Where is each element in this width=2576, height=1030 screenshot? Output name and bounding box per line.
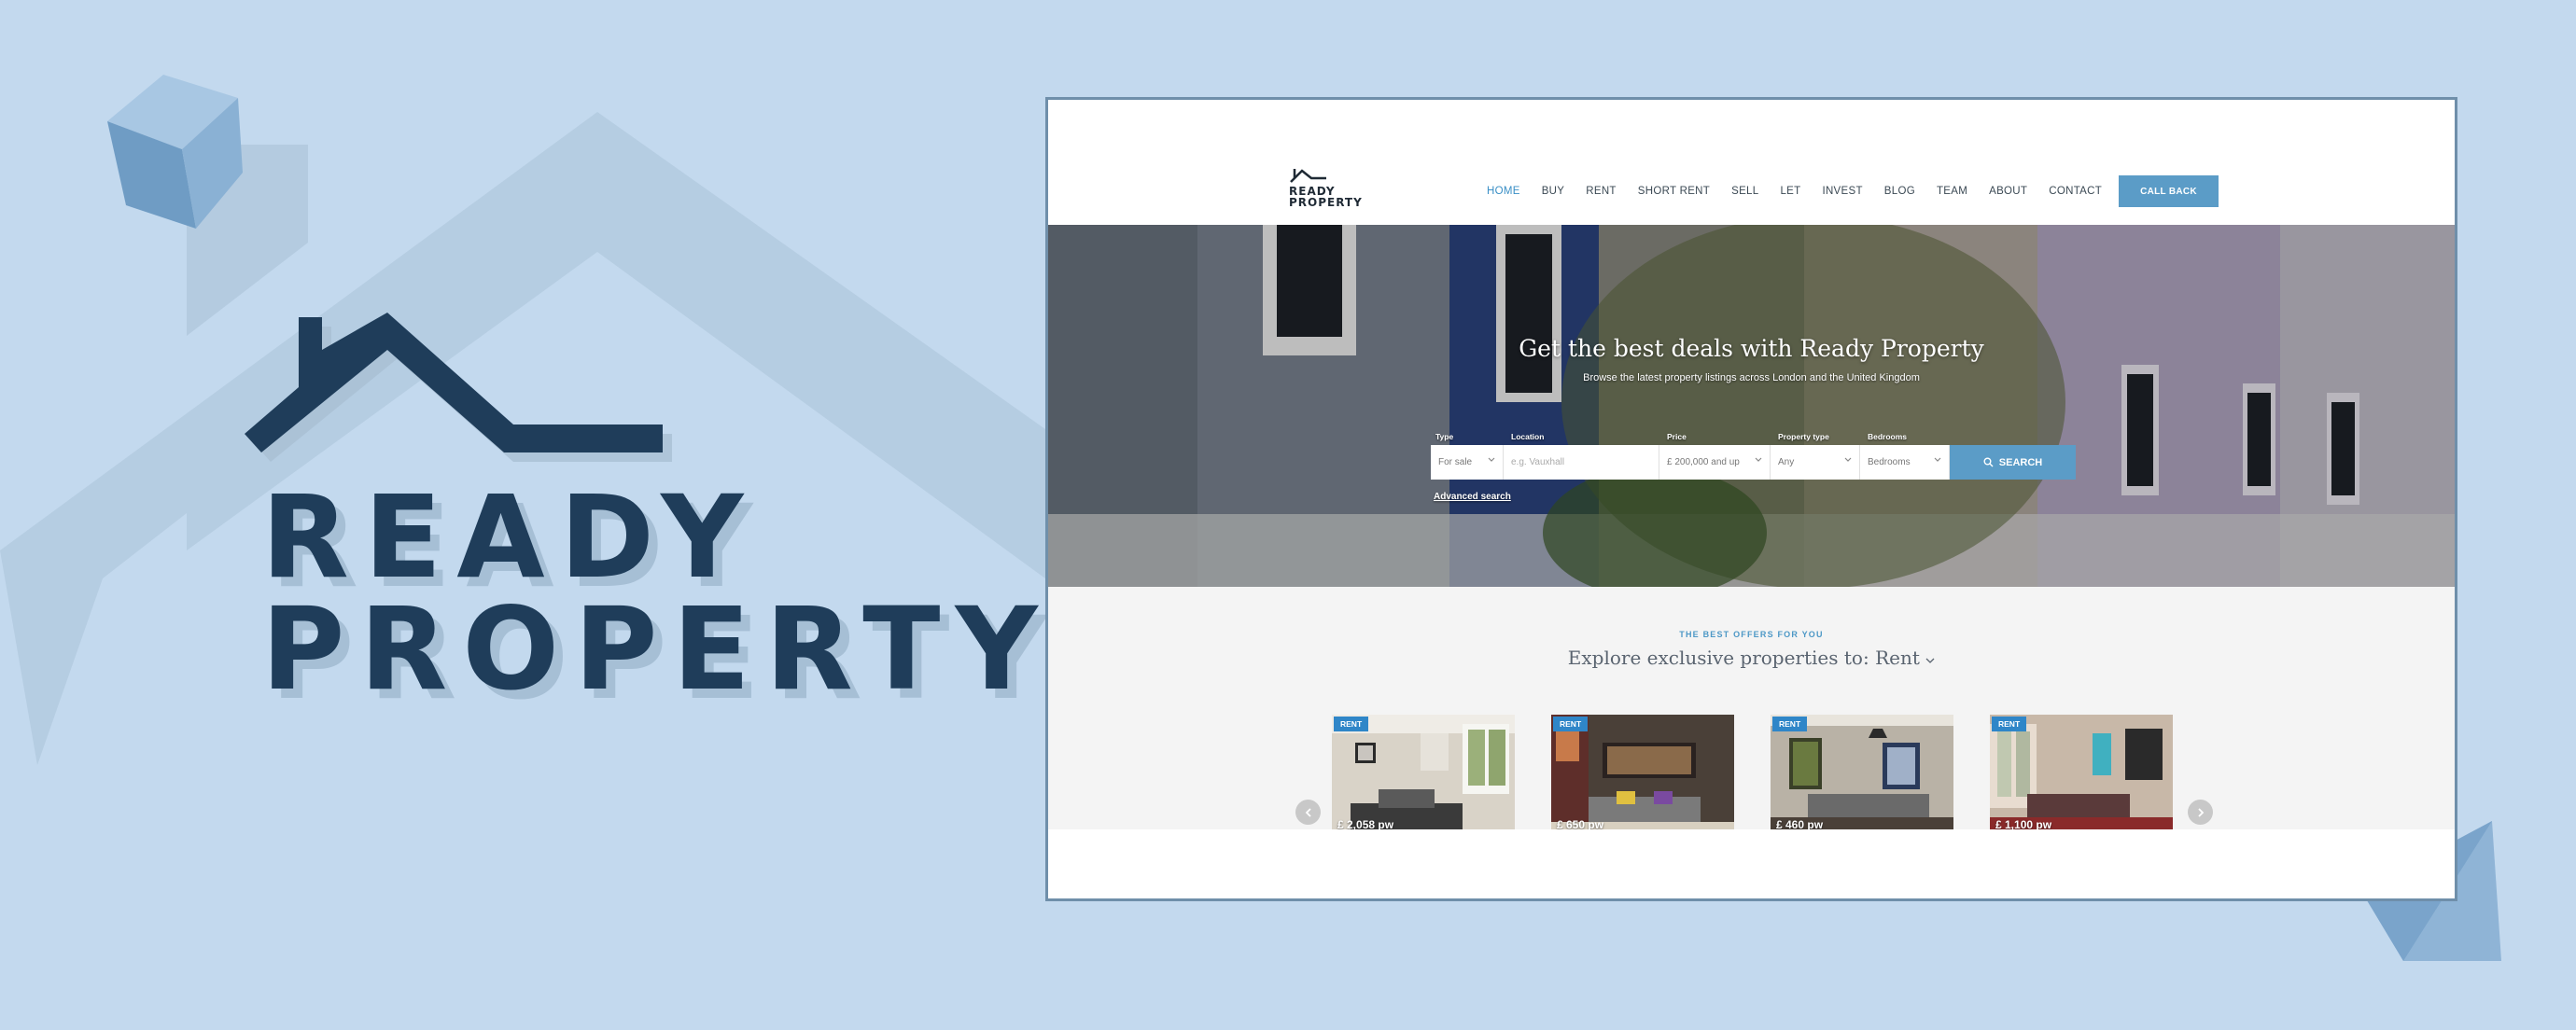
carousel-prev-button[interactable] (1295, 800, 1321, 825)
search-button[interactable]: SEARCH (1950, 445, 2076, 480)
call-back-button[interactable]: CALL BACK (2119, 175, 2219, 207)
nav-contact[interactable]: CONTACT (2049, 186, 2102, 197)
nav-team[interactable]: TEAM (1937, 186, 1967, 197)
property-photo (1332, 715, 1515, 833)
location-placeholder: e.g. Vauxhall (1511, 457, 1565, 467)
advanced-search-link[interactable]: Advanced search (1434, 492, 1511, 502)
chevron-down-icon (1934, 457, 1941, 462)
offers-title: Explore exclusive properties to: Rent (1048, 647, 2455, 669)
nav-sell[interactable]: SELL (1731, 186, 1758, 197)
offers-section: THE BEST OFFERS FOR YOU Explore exclusiv… (1048, 587, 2455, 833)
nav-let[interactable]: LET (1780, 186, 1800, 197)
property-card[interactable]: RENT £ 650 pw (1551, 715, 1734, 833)
label-type: Type (1435, 432, 1454, 441)
property-photo (1990, 715, 2173, 833)
price-select[interactable]: £ 200,000 and up (1659, 445, 1771, 480)
website-preview-frame: READY PROPERTY HOME BUY RENT SHORT RENT … (1045, 97, 2457, 901)
hero-title: Get the best deals with Ready Property (1519, 335, 1984, 362)
type-select-value: For sale (1438, 457, 1473, 467)
nav-invest[interactable]: INVEST (1822, 186, 1862, 197)
chevron-down-icon (1755, 457, 1762, 462)
hero-background-photo (1048, 225, 2455, 587)
chevron-left-icon (1305, 807, 1311, 817)
chevron-down-icon (1844, 457, 1852, 462)
search-icon (1983, 457, 1994, 467)
site-header: READY PROPERTY HOME BUY RENT SHORT RENT … (1048, 100, 2455, 225)
bedrooms-select[interactable]: Bedrooms (1860, 445, 1950, 480)
property-cards: RENT £ 2,058 pw RENT £ 650 pw RENT £ 460… (1332, 715, 2209, 833)
listing-tag: RENT (1992, 717, 2027, 731)
nav-short-rent[interactable]: SHORT RENT (1638, 186, 1710, 197)
label-location: Location (1511, 432, 1545, 441)
site-logo[interactable]: READY PROPERTY (1289, 167, 1364, 208)
main-navigation: HOME BUY RENT SHORT RENT SELL LET INVEST… (1487, 186, 2123, 197)
listing-tag: RENT (1334, 717, 1369, 731)
offers-kicker: THE BEST OFFERS FOR YOU (1679, 630, 1824, 639)
label-price: Price (1667, 432, 1687, 441)
nav-rent[interactable]: RENT (1586, 186, 1617, 197)
chevron-down-icon (1925, 658, 1935, 663)
chevron-down-icon (1488, 457, 1495, 462)
page-bottom-area (1048, 829, 2455, 898)
nav-home[interactable]: HOME (1487, 186, 1520, 197)
offers-category-value: Rent (1875, 647, 1920, 669)
offers-title-text: Explore exclusive properties to: (1567, 647, 1869, 669)
nav-about[interactable]: ABOUT (1989, 186, 2027, 197)
brand-word-ready: READY (261, 471, 759, 604)
property-type-value: Any (1778, 457, 1795, 467)
cube-decoration (107, 75, 243, 229)
brand-word-property: PROPERTY (261, 583, 1053, 716)
property-photo (1551, 715, 1734, 833)
site-logo-roof-icon (1290, 169, 1326, 183)
site-logo-line2: PROPERTY (1289, 196, 1363, 209)
nav-buy[interactable]: BUY (1542, 186, 1565, 197)
house-roof-icon (245, 313, 672, 462)
hero-section: Get the best deals with Ready Property B… (1048, 225, 2455, 587)
search-button-label: SEARCH (1998, 456, 2043, 468)
property-card[interactable]: RENT £ 2,058 pw (1332, 715, 1515, 833)
label-property-type: Property type (1778, 432, 1829, 441)
nav-blog[interactable]: BLOG (1884, 186, 1915, 197)
label-bedrooms: Bedrooms (1868, 432, 1908, 441)
price-select-value: £ 200,000 and up (1667, 457, 1740, 467)
hero-subtitle: Browse the latest property listings acro… (1583, 372, 1920, 383)
property-search-form: For sale e.g. Vauxhall £ 200,000 and up … (1431, 445, 2076, 480)
offers-category-dropdown[interactable]: Rent (1875, 647, 1935, 669)
type-select[interactable]: For sale (1431, 445, 1504, 480)
listing-tag: RENT (1772, 717, 1808, 731)
property-card[interactable]: RENT £ 1,100 pw (1990, 715, 2173, 833)
listing-tag: RENT (1553, 717, 1589, 731)
property-card[interactable]: RENT £ 460 pw (1771, 715, 1953, 833)
bedrooms-value: Bedrooms (1868, 457, 1911, 467)
location-input[interactable]: e.g. Vauxhall (1504, 445, 1659, 480)
property-type-select[interactable]: Any (1771, 445, 1860, 480)
property-photo (1771, 715, 1953, 833)
